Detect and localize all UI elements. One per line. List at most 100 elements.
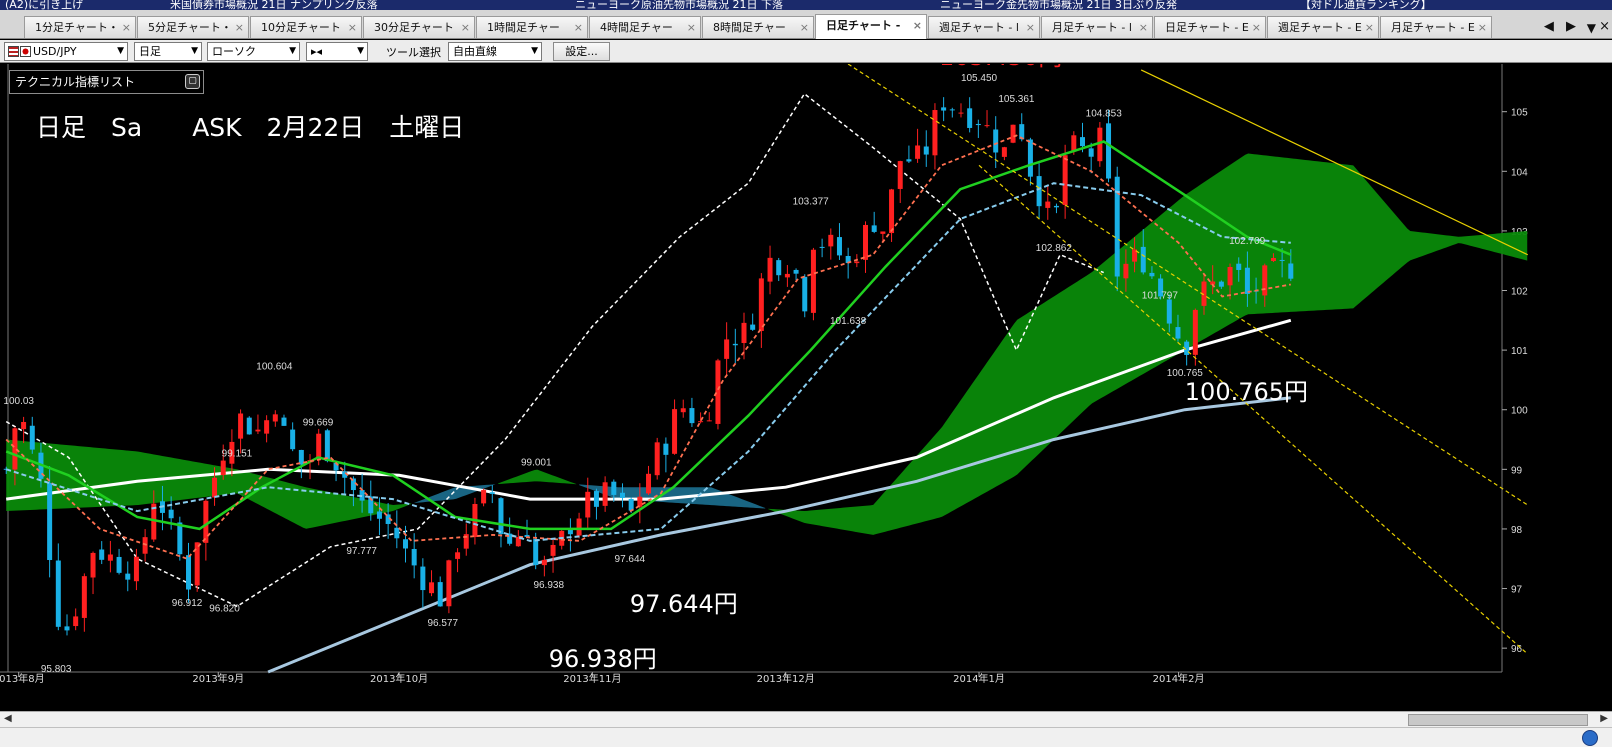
price-label: 96.912 bbox=[172, 598, 203, 609]
tab-chart[interactable]: 4時間足チャー × bbox=[589, 16, 701, 38]
candle-body bbox=[680, 408, 686, 413]
candle-body bbox=[619, 492, 625, 498]
scrollbar-thumb[interactable] bbox=[1408, 714, 1588, 726]
candle-body bbox=[984, 125, 990, 127]
tab-label: 10分足チャート bbox=[261, 21, 341, 34]
price-chart[interactable]: 969798991001011021031041052013年8月2013年9月… bbox=[0, 64, 1612, 684]
candle-body bbox=[133, 556, 139, 582]
candle-body bbox=[81, 576, 87, 618]
price-annotation: 96.938円 bbox=[549, 645, 657, 673]
ticker-item[interactable]: 米国債券市場概況 21日 ナンプリング反落 bbox=[170, 0, 378, 10]
tab-close-icon[interactable]: × bbox=[913, 15, 922, 36]
candle-body bbox=[1079, 137, 1085, 147]
us-flag-icon bbox=[8, 46, 19, 57]
candle-body bbox=[689, 408, 695, 424]
timeframe-select[interactable]: 日足 ▼ bbox=[134, 42, 202, 61]
connection-status-icon bbox=[1582, 730, 1598, 746]
tab-close-icon[interactable]: × bbox=[1599, 19, 1610, 34]
ticker-item[interactable]: 【対ドル通貨ランキング】 bbox=[1300, 0, 1432, 10]
candle-body bbox=[810, 249, 816, 313]
candle-body bbox=[724, 339, 730, 359]
candle-body bbox=[1106, 123, 1112, 179]
candle-body bbox=[376, 511, 382, 519]
tab-close-icon[interactable]: × bbox=[1026, 17, 1035, 38]
price-label: 97.777 bbox=[346, 546, 377, 557]
candle-body bbox=[99, 549, 105, 560]
tab-chart[interactable]: 週足チャート - l × bbox=[928, 16, 1040, 38]
tab-close-icon[interactable]: × bbox=[800, 17, 809, 38]
candle-body bbox=[1019, 124, 1025, 140]
candle-body bbox=[993, 129, 999, 153]
y-tick-label: 96 bbox=[1511, 644, 1523, 655]
tab-chart[interactable]: 月足チャート - E × bbox=[1380, 16, 1492, 38]
tab-label: 月足チャート - E bbox=[1391, 21, 1475, 34]
tab-label: 30分足チャート bbox=[374, 21, 454, 34]
candle-body bbox=[177, 522, 183, 555]
chart-header-title: 日足 Sa ASK 2月22日 土曜日 bbox=[36, 113, 464, 142]
tab-chart[interactable]: 8時間足チャー × bbox=[702, 16, 814, 38]
tab-chart[interactable]: 日足チャート - E × bbox=[1154, 16, 1266, 38]
chevron-down-icon: ▼ bbox=[191, 46, 198, 56]
candle-body bbox=[212, 477, 218, 498]
tab-chart[interactable]: 10分足チャート × bbox=[250, 16, 362, 38]
ticker-item[interactable]: ニューヨーク原油先物市場概況 21日 下落 bbox=[575, 0, 783, 10]
tab-chart[interactable]: 1分足チャート・ × bbox=[24, 16, 136, 38]
scroll-right-icon[interactable]: ▶ bbox=[1600, 713, 1608, 724]
chart-background bbox=[0, 64, 1612, 684]
candle-body bbox=[967, 108, 973, 128]
price-label: 102.709 bbox=[1229, 236, 1266, 247]
tab-chart[interactable]: 週足チャート - E × bbox=[1267, 16, 1379, 38]
tab-close-icon[interactable]: × bbox=[348, 17, 357, 38]
candle-body bbox=[481, 490, 487, 504]
tab-chart[interactable]: 30分足チャート × bbox=[363, 16, 475, 38]
price-label: 96.938 bbox=[533, 580, 564, 591]
candle-body bbox=[1218, 281, 1224, 287]
maximize-icon[interactable]: ▢ bbox=[185, 74, 200, 89]
price-label: 101.797 bbox=[1142, 291, 1179, 302]
tab-chart[interactable]: 月足チャート - l × bbox=[1041, 16, 1153, 38]
chart-type-select[interactable]: ローソク ▼ bbox=[207, 42, 300, 61]
candle-body bbox=[836, 237, 842, 256]
tab-close-icon[interactable]: × bbox=[122, 17, 131, 38]
tab-close-icon[interactable]: × bbox=[1252, 17, 1261, 38]
tab-menu-icon[interactable]: ▼ bbox=[1587, 21, 1596, 35]
tab-chart[interactable]: 1時間足チャー × bbox=[476, 16, 588, 38]
tab-close-icon[interactable]: × bbox=[235, 17, 244, 38]
status-bar bbox=[0, 727, 1612, 747]
tab-scroll-arrows-icon[interactable]: ◀ ▶ bbox=[1544, 19, 1580, 34]
candle-body bbox=[238, 413, 244, 439]
line-style-select[interactable]: ▸◂ ▼ bbox=[306, 42, 368, 61]
y-tick-label: 105 bbox=[1511, 108, 1528, 119]
tab-close-icon[interactable]: × bbox=[1365, 17, 1374, 38]
candle-body bbox=[1149, 272, 1155, 277]
price-label: 99.669 bbox=[303, 417, 334, 428]
price-annotation: 105.450円 bbox=[939, 64, 1062, 71]
tab-close-icon[interactable]: × bbox=[1478, 17, 1487, 38]
price-label: 102.862 bbox=[1036, 243, 1073, 254]
tab-close-icon[interactable]: × bbox=[574, 17, 583, 38]
tab-close-icon[interactable]: × bbox=[461, 17, 470, 38]
tab-chart[interactable]: 日足チャート - × bbox=[815, 14, 927, 39]
candle-body bbox=[871, 225, 877, 232]
jp-flag-icon bbox=[20, 46, 31, 57]
candle-body bbox=[663, 443, 669, 455]
tab-close-icon[interactable]: × bbox=[687, 17, 696, 38]
symbol-select[interactable]: USD/JPY ▼ bbox=[4, 42, 128, 61]
candle-body bbox=[55, 560, 61, 627]
candle-body bbox=[654, 442, 660, 476]
drawing-tool-select[interactable]: 自由直線 ▼ bbox=[448, 42, 542, 61]
ticker-item[interactable]: (A2)に引き上げ bbox=[5, 0, 83, 10]
tab-chart[interactable]: 5分足チャート・ × bbox=[137, 16, 249, 38]
candle-body bbox=[819, 246, 825, 248]
horizontal-scrollbar[interactable]: ◀ ▶ bbox=[0, 711, 1612, 727]
settings-button[interactable]: 設定... bbox=[553, 42, 610, 61]
candle-body bbox=[220, 460, 226, 476]
ticker-item[interactable]: ニューヨーク金先物市場概況 21日 3日ぶり反発 bbox=[940, 0, 1177, 10]
tab-close-icon[interactable]: × bbox=[1139, 17, 1148, 38]
candle-body bbox=[637, 496, 643, 507]
candle-body bbox=[1140, 246, 1146, 273]
scroll-left-icon[interactable]: ◀ bbox=[4, 713, 12, 724]
candle-body bbox=[897, 161, 903, 189]
candle-body bbox=[1045, 201, 1051, 208]
technical-indicator-list[interactable]: テクニカル指標リスト ▢ bbox=[9, 70, 204, 94]
